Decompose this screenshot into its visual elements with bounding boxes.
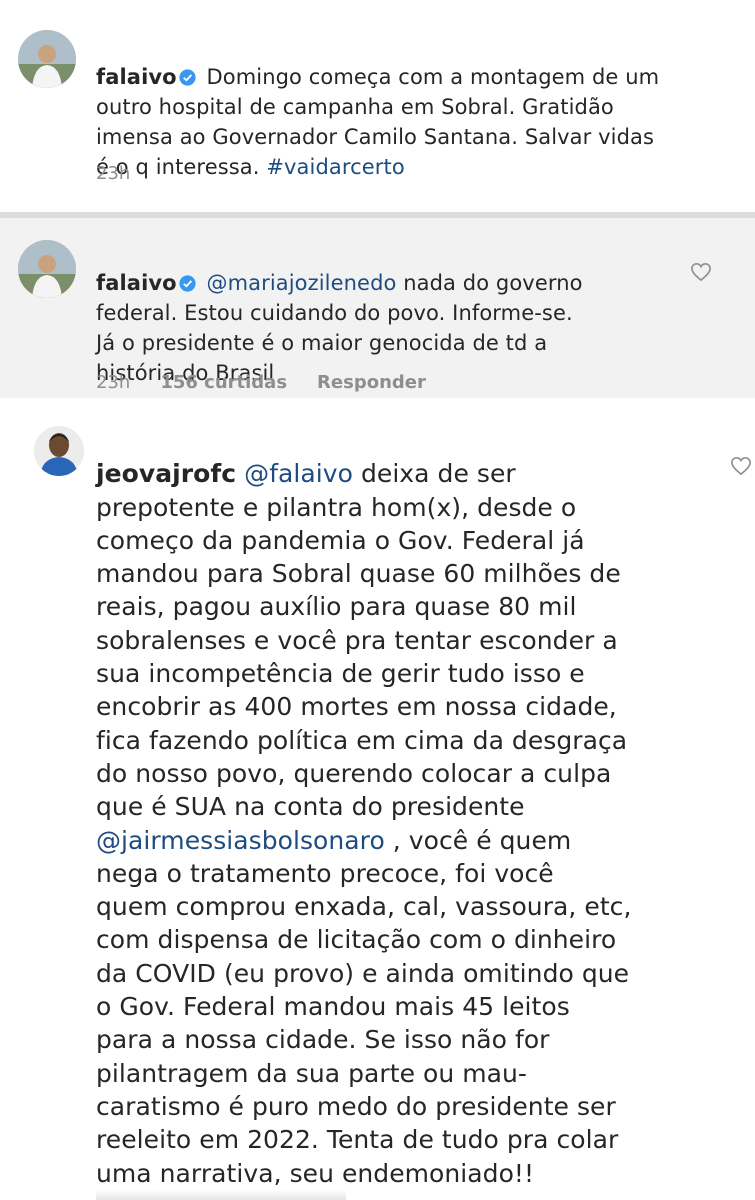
- comment-username[interactable]: falaivo: [96, 271, 177, 295]
- likes-count[interactable]: 156 curtidas: [160, 372, 287, 393]
- cut-off-meta-row: [96, 1190, 346, 1200]
- comment-username[interactable]: falaivo: [96, 65, 177, 89]
- comment-time: 23h: [96, 372, 131, 393]
- avatar-photo: [34, 426, 84, 476]
- heart-icon[interactable]: [690, 262, 712, 282]
- comment-meta: 23h 156 curtidas Responder: [96, 372, 426, 393]
- comment-username[interactable]: jeovajrofc: [96, 459, 236, 488]
- mention-link[interactable]: @jairmessiasbolsonaro: [96, 826, 385, 855]
- comment-time: 23h: [96, 163, 131, 184]
- avatar[interactable]: [18, 240, 76, 298]
- verified-badge-icon: [179, 275, 196, 292]
- avatar[interactable]: [34, 426, 84, 476]
- comment-text: , você é quem nega o tratamento precoce,…: [96, 825, 632, 1188]
- comment-meta: 23h: [96, 163, 130, 184]
- mention-link[interactable]: @falaivo: [244, 459, 353, 488]
- avatar-photo: [18, 30, 76, 88]
- heart-icon[interactable]: [730, 456, 752, 476]
- verified-badge-icon: [179, 69, 196, 86]
- mention-link[interactable]: @mariajozilenedo: [206, 271, 396, 295]
- avatar[interactable]: [18, 30, 76, 88]
- comment-text: deixa de ser prepotente e pilantra hom(x…: [96, 459, 628, 822]
- avatar-photo: [18, 240, 76, 298]
- reply-button[interactable]: Responder: [317, 372, 426, 393]
- hashtag-link[interactable]: #vaidarcerto: [266, 155, 404, 179]
